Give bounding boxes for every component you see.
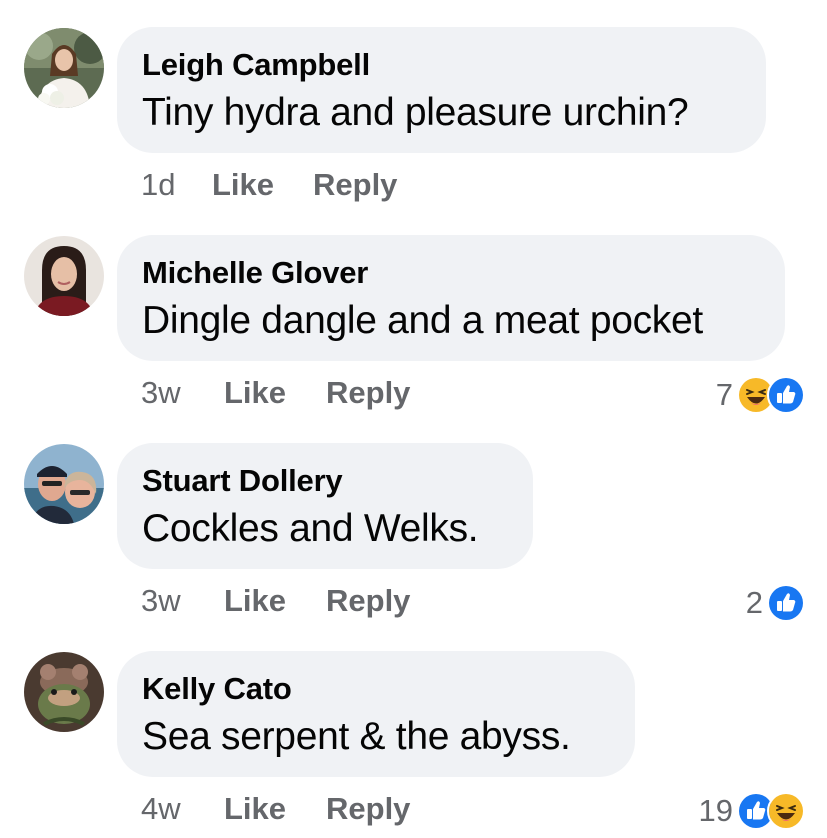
avatar[interactable] [24, 28, 104, 108]
comment-timestamp[interactable]: 3w [141, 375, 181, 411]
comment-text: Cockles and Welks. [142, 507, 479, 550]
reply-button[interactable]: Reply [326, 791, 410, 827]
reply-button[interactable]: Reply [313, 167, 397, 203]
like-button[interactable]: Like [224, 375, 286, 411]
reaction-count: 7 [715, 377, 733, 412]
comment-author[interactable]: Kelly Cato [142, 671, 292, 707]
comment-text: Dingle dangle and a meat pocket [142, 299, 703, 342]
like-button[interactable]: Like [224, 583, 286, 619]
reply-button[interactable]: Reply [326, 375, 410, 411]
like-icon [767, 584, 805, 622]
comment-text: Tiny hydra and pleasure urchin? [142, 91, 689, 134]
comment-author[interactable]: Michelle Glover [142, 255, 368, 291]
comment-bubble: Michelle Glover Dingle dangle and a meat… [117, 235, 785, 361]
haha-icon [767, 792, 805, 830]
reaction-count: 2 [745, 585, 763, 620]
comment-bubble: Stuart Dollery Cockles and Welks. [117, 443, 533, 569]
comment-text: Sea serpent & the abyss. [142, 715, 571, 758]
avatar[interactable] [24, 236, 104, 316]
comment-bubble: Leigh Campbell Tiny hydra and pleasure u… [117, 27, 766, 153]
avatar[interactable] [24, 444, 104, 524]
comment-timestamp[interactable]: 1d [141, 167, 175, 203]
comment-author[interactable]: Stuart Dollery [142, 463, 343, 499]
reaction-summary[interactable]: 19 [699, 791, 805, 831]
reaction-summary[interactable]: 7 [716, 375, 805, 415]
comment-bubble: Kelly Cato Sea serpent & the abyss. [117, 651, 635, 777]
comment-author[interactable]: Leigh Campbell [142, 47, 370, 83]
comment-timestamp[interactable]: 3w [141, 583, 181, 619]
reaction-count: 19 [698, 793, 733, 828]
like-button[interactable]: Like [212, 167, 274, 203]
reply-button[interactable]: Reply [326, 583, 410, 619]
like-icon [767, 376, 805, 414]
like-button[interactable]: Like [224, 791, 286, 827]
comment-timestamp[interactable]: 4w [141, 791, 181, 827]
avatar[interactable] [24, 652, 104, 732]
reaction-summary[interactable]: 2 [746, 583, 805, 623]
